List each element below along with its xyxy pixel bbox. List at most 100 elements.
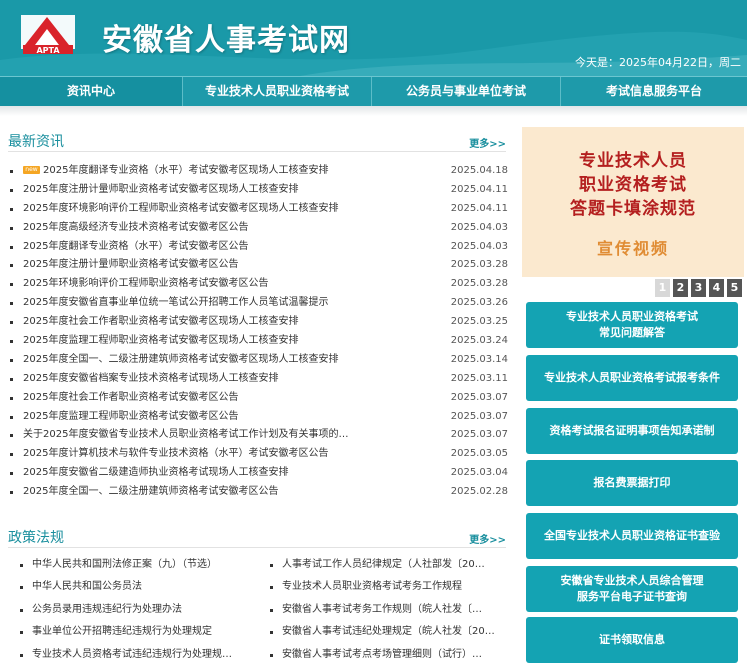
policy-item-title[interactable]: 公务员录用违规违纪行为处理办法 bbox=[32, 604, 182, 615]
news-item[interactable]: 2025年度监理工程师职业资格考试安徽考区公告 2025.03.07 bbox=[10, 408, 508, 427]
policy-item-title[interactable]: 专业技术人员职业资格考试考务工作规程 bbox=[282, 581, 462, 592]
site-logo[interactable]: APTA bbox=[17, 9, 79, 57]
bullet-icon bbox=[270, 586, 273, 590]
news-item-date: 2025.03.14 bbox=[450, 353, 508, 365]
bullet-icon bbox=[20, 564, 23, 567]
policy-item[interactable]: 专业技术人员资格考试违纪违规行为处理规… bbox=[20, 644, 260, 666]
news-item[interactable]: 2025年度注册计量师职业资格考试安徽考区公告 2025.03.28 bbox=[10, 256, 508, 275]
bullet-icon bbox=[10, 207, 13, 211]
policy-item[interactable]: 事业单位公开招聘违纪违规行为处理规定 bbox=[20, 621, 260, 643]
logo-icon: APTA bbox=[21, 15, 75, 55]
policy-item[interactable]: 人事考试工作人员纪律规定（人社部发〔20… bbox=[270, 554, 510, 576]
policy-item-title[interactable]: 中华人民共和国公务员法 bbox=[32, 581, 142, 592]
news-item-title[interactable]: 2025年度全国一、二级注册建筑师资格考试安徽考区公告 bbox=[23, 486, 278, 497]
policy-item[interactable]: 公务员录用违规违纪行为处理办法 bbox=[20, 599, 260, 621]
news-item-title[interactable]: 2025年度社会工作者职业资格考试安徽考区公告 bbox=[23, 392, 238, 403]
banner-pager: 12345 bbox=[655, 279, 742, 297]
news-list: new 2025年度翻译专业资格（水平）考试安徽考区现场人工核查安排 2025.04… bbox=[10, 162, 508, 502]
news-item-title[interactable]: 2025年度高级经济专业技术资格考试安徽考区公告 bbox=[23, 222, 248, 233]
news-item-title[interactable]: 2025年度全国一、二级注册建筑师资格考试安徽考区现场人工核查安排 bbox=[23, 354, 338, 365]
news-item-date: 2025.04.11 bbox=[450, 202, 508, 214]
policy-item[interactable]: 安徽省人事考试考务工作规则（皖人社发〔… bbox=[270, 599, 510, 621]
service-button-7[interactable]: 证书领取信息 bbox=[526, 617, 738, 663]
policy-item-title[interactable]: 安徽省人事考试违纪处理规定（皖人社发〔20… bbox=[282, 626, 495, 637]
news-item-title[interactable]: 2025年度安徽省二级建造师执业资格考试现场人工核查安排 bbox=[23, 467, 288, 478]
policy-more-link[interactable]: 更多>> bbox=[469, 531, 506, 546]
nav-item-service-platform[interactable]: 考试信息服务平台 bbox=[561, 77, 747, 106]
promo-banner[interactable]: 专业技术人员 职业资格考试 答题卡填涂规范 宣传视频 bbox=[522, 127, 744, 277]
news-item[interactable]: 2025年度安徽省档案专业技术资格考试现场人工核查安排 2025.03.11 bbox=[10, 370, 508, 389]
policy-item[interactable]: 中华人民共和国公务员法 bbox=[20, 576, 260, 598]
news-item[interactable]: 2025年度环境影响评价工程师职业资格考试安徽考区现场人工核查安排 2025.04… bbox=[10, 200, 508, 219]
news-item-title[interactable]: 2025年度注册计量师职业资格考试安徽考区现场人工核查安排 bbox=[23, 184, 298, 195]
news-item-title[interactable]: 2025年度监理工程师职业资格考试安徽考区公告 bbox=[23, 411, 238, 422]
news-item-title[interactable]: 关于2025年度安徽省专业技术人员职业资格考试工作计划及有关事项的… bbox=[23, 429, 348, 440]
news-item[interactable]: 2025年度社会工作者职业资格考试安徽考区公告 2025.03.07 bbox=[10, 389, 508, 408]
news-more-link[interactable]: 更多>> bbox=[469, 135, 506, 150]
bullet-icon bbox=[20, 631, 23, 635]
news-item[interactable]: 2025年度安徽省二级建造师执业资格考试现场人工核查安排 2025.03.04 bbox=[10, 464, 508, 483]
bullet-icon bbox=[10, 264, 13, 268]
service-button-1[interactable]: 专业技术人员职业资格考试 常见问题解答 bbox=[526, 302, 738, 348]
news-item-title[interactable]: 2025年度翻译专业资格（水平）考试安徽考区公告 bbox=[23, 241, 248, 252]
pager-button-5[interactable]: 5 bbox=[727, 279, 742, 297]
bullet-icon bbox=[10, 377, 13, 381]
news-item[interactable]: 2025年度全国一、二级注册建筑师资格考试安徽考区公告 2025.02.28 bbox=[10, 483, 508, 502]
new-badge: new bbox=[23, 166, 40, 174]
news-item-title[interactable]: 2025年度计算机技术与软件专业技术资格（水平）考试安徽考区公告 bbox=[23, 448, 328, 459]
pager-button-1[interactable]: 1 bbox=[655, 279, 670, 297]
policy-item[interactable]: 安徽省人事考试考点考场管理细则（试行）… bbox=[270, 644, 510, 666]
news-item-date: 2025.04.03 bbox=[450, 240, 508, 252]
news-item[interactable]: 关于2025年度安徽省专业技术人员职业资格考试工作计划及有关事项的… 2025.0… bbox=[10, 426, 508, 445]
news-item-date: 2025.03.04 bbox=[450, 467, 508, 479]
news-item-title[interactable]: 2025年度翻译专业资格（水平）考试安徽考区现场人工核查安排 bbox=[43, 165, 328, 176]
news-item[interactable]: 2025年度高级经济专业技术资格考试安徽考区公告 2025.04.03 bbox=[10, 219, 508, 238]
news-item-title[interactable]: 2025年度安徽省档案专业技术资格考试现场人工核查安排 bbox=[23, 373, 278, 384]
policy-item-title[interactable]: 安徽省人事考试考点考场管理细则（试行）… bbox=[282, 649, 482, 660]
news-item-date: 2025.02.28 bbox=[450, 486, 508, 498]
policy-item-title[interactable]: 事业单位公开招聘违纪违规行为处理规定 bbox=[32, 626, 212, 637]
bullet-icon bbox=[10, 321, 13, 325]
news-item-title[interactable]: 2025年度监理工程师职业资格考试安徽考区现场人工核查安排 bbox=[23, 335, 298, 346]
news-item[interactable]: 2025年度翻译专业资格（水平）考试安徽考区公告 2025.04.03 bbox=[10, 238, 508, 257]
service-button-3[interactable]: 资格考试报名证明事项告知承诺制 bbox=[526, 408, 738, 454]
nav-item-civil-service-exam[interactable]: 公务员与事业单位考试 bbox=[372, 77, 561, 106]
policy-item[interactable]: 专业技术人员职业资格考试考务工作规程 bbox=[270, 576, 510, 598]
service-button-6[interactable]: 安徽省专业技术人员综合管理 服务平台电子证书查询 bbox=[526, 566, 738, 612]
news-item[interactable]: 2025年环境影响评价工程师职业资格考试安徽考区公告 2025.03.28 bbox=[10, 275, 508, 294]
nav-item-professional-exam[interactable]: 专业技术人员职业资格考试 bbox=[183, 77, 372, 106]
pager-button-3[interactable]: 3 bbox=[691, 279, 706, 297]
bullet-icon bbox=[10, 472, 13, 476]
news-item-title[interactable]: 2025年度注册计量师职业资格考试安徽考区公告 bbox=[23, 259, 238, 270]
policy-list-left: 中华人民共和国刑法修正案（九）（节选） 中华人民共和国公务员法公务员录用违规违纪行… bbox=[20, 554, 260, 666]
pager-button-4[interactable]: 4 bbox=[709, 279, 724, 297]
news-item-title[interactable]: 2025年环境影响评价工程师职业资格考试安徽考区公告 bbox=[23, 278, 268, 289]
policy-item-title[interactable]: 中华人民共和国刑法修正案（九）（节选） bbox=[32, 559, 217, 570]
site-header: APTA 安徽省人事考试网 今天是：2025年04月22日，周二 bbox=[0, 0, 747, 76]
policy-item-title[interactable]: 安徽省人事考试考务工作规则（皖人社发〔… bbox=[282, 604, 482, 615]
news-item[interactable]: 2025年度注册计量师职业资格考试安徽考区现场人工核查安排 2025.04.11 bbox=[10, 181, 508, 200]
policy-item[interactable]: 中华人民共和国刑法修正案（九）（节选） bbox=[20, 554, 260, 576]
pager-button-2[interactable]: 2 bbox=[673, 279, 688, 297]
banner-line-2: 职业资格考试 bbox=[579, 175, 687, 195]
news-item[interactable]: 2025年度计算机技术与软件专业技术资格（水平）考试安徽考区公告 2025.03.… bbox=[10, 445, 508, 464]
policy-item-title[interactable]: 人事考试工作人员纪律规定（人社部发〔20… bbox=[282, 559, 485, 570]
news-item[interactable]: new 2025年度翻译专业资格（水平）考试安徽考区现场人工核查安排 2025.04… bbox=[10, 162, 508, 181]
news-item[interactable]: 2025年度安徽省直事业单位统一笔试公开招聘工作人员笔试温馨提示 2025.03.… bbox=[10, 294, 508, 313]
news-item-title[interactable]: 2025年度社会工作者职业资格考试安徽考区现场人工核查安排 bbox=[23, 316, 298, 327]
news-section-title: 最新资讯 bbox=[8, 134, 64, 150]
bullet-icon bbox=[10, 170, 13, 173]
service-button-2[interactable]: 专业技术人员职业资格考试报考条件 bbox=[526, 355, 738, 401]
bullet-icon bbox=[270, 564, 273, 567]
policy-item-title[interactable]: 专业技术人员资格考试违纪违规行为处理规… bbox=[32, 649, 232, 660]
news-item-date: 2025.03.26 bbox=[450, 297, 508, 309]
news-item-title[interactable]: 2025年度环境影响评价工程师职业资格考试安徽考区现场人工核查安排 bbox=[23, 203, 338, 214]
news-item[interactable]: 2025年度社会工作者职业资格考试安徽考区现场人工核查安排 2025.03.25 bbox=[10, 313, 508, 332]
service-button-5[interactable]: 全国专业技术人员职业资格证书查验 bbox=[526, 513, 738, 559]
news-item[interactable]: 2025年度监理工程师职业资格考试安徽考区现场人工核查安排 2025.03.24 bbox=[10, 332, 508, 351]
news-item[interactable]: 2025年度全国一、二级注册建筑师资格考试安徽考区现场人工核查安排 2025.03… bbox=[10, 351, 508, 370]
service-button-4[interactable]: 报名费票据打印 bbox=[526, 460, 738, 506]
nav-item-news-center[interactable]: 资讯中心 bbox=[0, 77, 183, 106]
news-item-title[interactable]: 2025年度安徽省直事业单位统一笔试公开招聘工作人员笔试温馨提示 bbox=[23, 297, 328, 308]
policy-item[interactable]: 安徽省人事考试违纪处理规定（皖人社发〔20… bbox=[270, 621, 510, 643]
